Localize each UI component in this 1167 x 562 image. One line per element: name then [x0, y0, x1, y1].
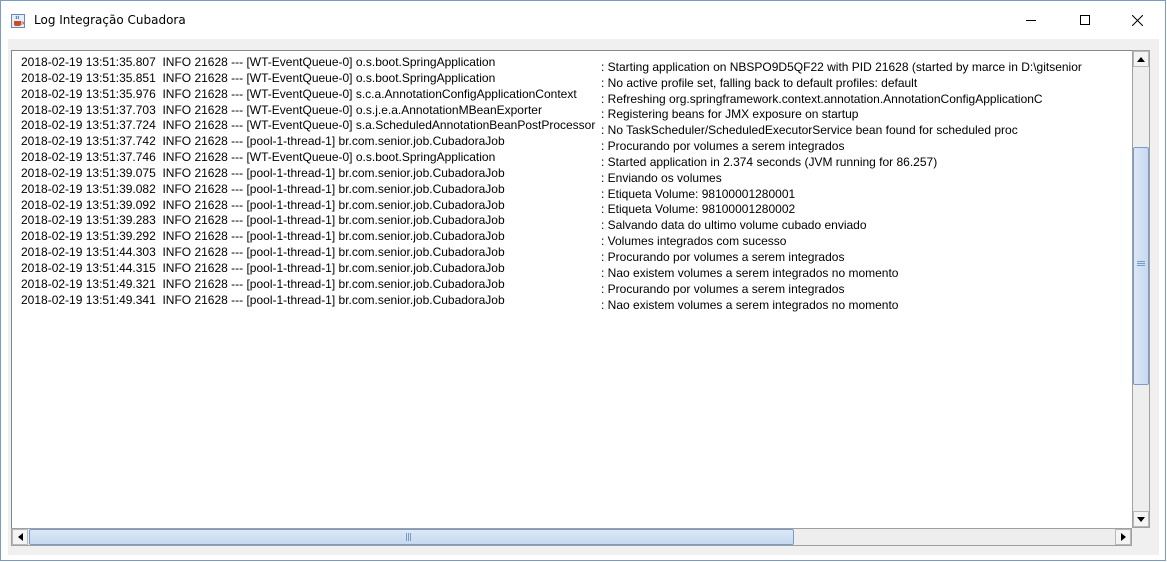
scroll-right-arrow-icon [1120, 533, 1126, 541]
maximize-icon [1080, 15, 1090, 25]
log-line-prefix: 2018-02-19 13:51:39.092 INFO 21628 --- [… [21, 197, 505, 212]
log-line-prefix: 2018-02-19 13:51:44.315 INFO 21628 --- [… [21, 260, 505, 275]
vertical-scroll-thumb[interactable] [1133, 147, 1149, 385]
log-line-prefix: 2018-02-19 13:51:37.742 INFO 21628 --- [… [21, 134, 505, 149]
log-line: 2018-02-19 13:51:44.315 INFO 21628 --- [… [21, 260, 1082, 280]
log-line-prefix: 2018-02-19 13:51:39.082 INFO 21628 --- [… [21, 181, 505, 196]
log-line-prefix: 2018-02-19 13:51:39.283 INFO 21628 --- [… [21, 213, 505, 228]
log-line: 2018-02-19 13:51:49.341 INFO 21628 --- [… [21, 292, 1082, 312]
title-bar[interactable]: Log Integração Cubadora [1, 1, 1165, 39]
maximize-button[interactable] [1062, 1, 1108, 39]
horizontal-scroll-thumb[interactable] [29, 529, 794, 545]
scroll-down-button[interactable] [1133, 511, 1149, 527]
minimize-icon [1026, 20, 1036, 21]
close-icon [1131, 14, 1143, 26]
horizontal-scrollbar[interactable] [11, 528, 1132, 546]
scroll-left-button[interactable] [12, 529, 28, 545]
close-button[interactable] [1114, 1, 1160, 39]
log-line-prefix: 2018-02-19 13:51:37.724 INFO 21628 --- [… [21, 118, 596, 133]
log-line-prefix: 2018-02-19 13:51:35.976 INFO 21628 --- [… [21, 86, 577, 101]
log-line: 2018-02-19 13:51:39.082 INFO 21628 --- [… [21, 181, 1082, 201]
scroll-right-button[interactable] [1115, 529, 1131, 545]
window-title: Log Integração Cubadora [34, 13, 186, 27]
log-line: 2018-02-19 13:51:39.292 INFO 21628 --- [… [21, 229, 1082, 248]
log-line-prefix: 2018-02-19 13:51:35.807 INFO 21628 --- [… [21, 55, 496, 69]
scroll-left-arrow-icon [17, 533, 23, 541]
log-lines: 2018-02-19 13:51:35.807 INFO 21628 --- [… [21, 55, 1082, 312]
log-line-prefix: 2018-02-19 13:51:35.851 INFO 21628 --- [… [21, 70, 496, 85]
log-line-prefix: 2018-02-19 13:51:49.321 INFO 21628 --- [… [21, 276, 505, 291]
vertical-scrollbar[interactable] [1132, 50, 1150, 528]
log-text-area[interactable]: 2018-02-19 13:51:35.807 INFO 21628 --- [… [11, 50, 1132, 528]
log-line-prefix: 2018-02-19 13:51:37.703 INFO 21628 --- [… [21, 102, 542, 117]
log-line-message: : Nao existem volumes a serem integrados… [601, 297, 899, 312]
grip-icon [1137, 260, 1145, 270]
minimize-button[interactable] [1008, 1, 1054, 39]
log-line: 2018-02-19 13:51:49.321 INFO 21628 --- [… [21, 276, 1082, 296]
java-cup-icon [11, 14, 25, 28]
log-line: 2018-02-19 13:51:37.746 INFO 21628 --- [… [21, 150, 1082, 169]
log-line: 2018-02-19 13:51:35.807 INFO 21628 --- [… [21, 55, 1082, 74]
log-line-prefix: 2018-02-19 13:51:39.292 INFO 21628 --- [… [21, 229, 505, 244]
log-line-prefix: 2018-02-19 13:51:49.341 INFO 21628 --- [… [21, 292, 505, 307]
log-line-prefix: 2018-02-19 13:51:39.075 INFO 21628 --- [… [21, 165, 505, 180]
grip-icon [406, 533, 412, 544]
log-line: 2018-02-19 13:51:44.303 INFO 21628 --- [… [21, 245, 1082, 264]
scroll-up-arrow-icon [1137, 56, 1145, 62]
log-line: 2018-02-19 13:51:39.092 INFO 21628 --- [… [21, 197, 1082, 217]
log-line: 2018-02-19 13:51:37.724 INFO 21628 --- [… [21, 118, 1082, 137]
scroll-up-button[interactable] [1133, 51, 1149, 67]
log-line: 2018-02-19 13:51:35.976 INFO 21628 --- [… [21, 86, 1082, 106]
log-line-prefix: 2018-02-19 13:51:44.303 INFO 21628 --- [… [21, 245, 505, 260]
scrollbar-corner [1132, 528, 1150, 546]
log-line: 2018-02-19 13:51:39.283 INFO 21628 --- [… [21, 213, 1082, 232]
scroll-down-arrow-icon [1137, 516, 1145, 522]
log-window: Log Integração Cubadora 2018-02-19 13:51… [0, 0, 1166, 561]
log-line-prefix: 2018-02-19 13:51:37.746 INFO 21628 --- [… [21, 150, 496, 165]
